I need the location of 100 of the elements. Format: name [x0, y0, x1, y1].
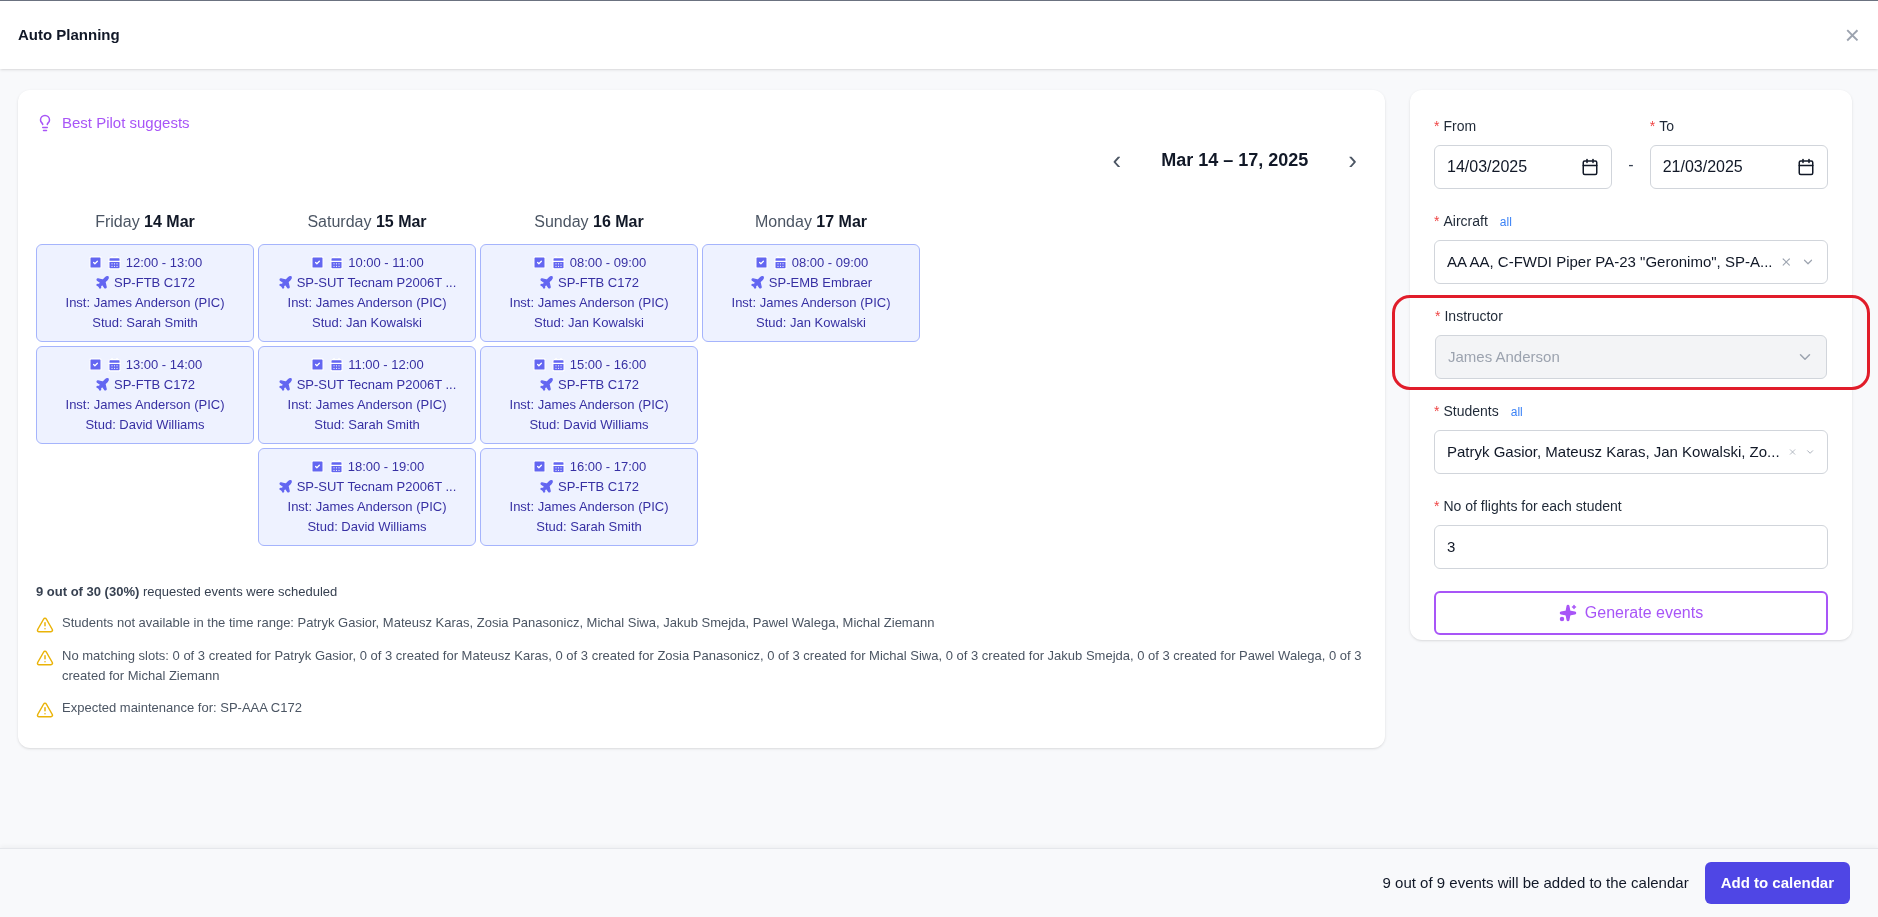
event-time: 16:00 - 17:00	[569, 457, 647, 476]
date-value: 21/03/2025	[1662, 157, 1743, 177]
checkbox-checked-icon[interactable]	[309, 459, 325, 474]
event-student: Stud: David Williams	[85, 415, 205, 434]
number-field[interactable]: 3	[1434, 525, 1828, 569]
event-card[interactable]: 10:00 - 11:00 SP-SUT Tecnam P2006T ... Inst: James Anderson (PIC) Stud: Jan Kowalski	[258, 243, 476, 342]
plane-icon	[277, 479, 293, 494]
event-time: 08:00 - 09:00	[569, 253, 647, 272]
calendar-icon	[550, 357, 566, 372]
event-time: 12:00 - 13:00	[125, 253, 203, 272]
field-label: To	[1659, 117, 1674, 136]
event-time: 13:00 - 14:00	[125, 355, 203, 374]
calendar-icon	[329, 357, 345, 372]
event-instructor: Inst: James Anderson (PIC)	[509, 497, 669, 516]
event-aircraft: SP-FTB C172	[558, 375, 639, 394]
calendar-icon	[550, 459, 566, 474]
event-time: 18:00 - 19:00	[347, 457, 425, 476]
suggest-title: Best Pilot suggests	[62, 113, 190, 133]
add-to-calendar-button[interactable]: Add to calendar	[1704, 862, 1850, 904]
checkbox-checked-icon[interactable]	[753, 255, 769, 270]
event-card[interactable]: 16:00 - 17:00 SP-FTB C172 Inst: James Anderson (PIC) Stud: Sarah Smith	[480, 447, 698, 546]
event-aircraft: SP-FTB C172	[558, 273, 639, 292]
event-aircraft: SP-SUT Tecnam P2006T ...	[296, 273, 457, 292]
select-value: Patryk Gasior, Mateusz Karas, Jan Kowalski, Zo...	[1447, 441, 1780, 462]
event-student: Stud: Sarah Smith	[536, 517, 642, 536]
field-label: Aircraft	[1443, 212, 1488, 231]
warning-icon	[36, 649, 54, 667]
summary-text: 9 out of 30 (30%) requested events were scheduled	[36, 582, 339, 601]
plane-icon	[539, 275, 555, 290]
event-student: Stud: Jan Kowalski	[312, 313, 422, 332]
required-mark: *	[1435, 307, 1441, 326]
event-card[interactable]: 12:00 - 13:00 SP-FTB C172 Inst: James Anderson (PIC) Stud: Sarah Smith	[36, 243, 254, 342]
plane-icon	[95, 275, 111, 290]
event-card[interactable]: 08:00 - 09:00 SP-FTB C172 Inst: James Anderson (PIC) Stud: Jan Kowalski	[480, 243, 698, 342]
plane-icon	[95, 377, 111, 392]
select-value: AA AA, C-FWDI Piper PA-23 "Geronimo", SP-A...	[1447, 251, 1773, 272]
event-card[interactable]: 08:00 - 09:00 SP-EMB Embraer Inst: James Anderson (PIC) Stud: Jan Kowalski	[702, 243, 920, 342]
date-field[interactable]: 14/03/2025	[1434, 145, 1613, 189]
event-card[interactable]: 15:00 - 16:00 SP-FTB C172 Inst: James Anderson (PIC) Stud: David Williams	[480, 345, 698, 444]
field-label: No of flights for each student	[1443, 497, 1622, 516]
checkbox-checked-icon[interactable]	[310, 255, 326, 270]
checkbox-checked-icon[interactable]	[87, 255, 103, 270]
event-time: 10:00 - 11:00	[348, 253, 424, 272]
event-instructor: Inst: James Anderson (PIC)	[65, 293, 225, 312]
required-mark: *	[1434, 117, 1440, 136]
event-aircraft: SP-FTB C172	[114, 273, 195, 292]
checkbox-checked-icon[interactable]	[531, 459, 547, 474]
date-field[interactable]: 21/03/2025	[1649, 145, 1828, 189]
next-button[interactable]: ›	[1348, 147, 1357, 173]
field-label: Students	[1443, 402, 1499, 421]
select-value: James Anderson	[1448, 346, 1561, 367]
plane-icon	[277, 275, 293, 290]
warning-text: No matching slots: 0 of 3 created for Patryk Gasior, 0 of 3 created for Mateusz Karas, 0 of 3 created for Zosia Panasonicz, 0 of 3 created for Michal Siwa, 0 of 3 created for Jakub Smejda, 0 of 3 created for Pawel Walega, 0 of 3 created for Michal Ziemann	[62, 647, 1363, 685]
event-instructor: Inst: James Anderson (PIC)	[731, 293, 891, 312]
event-card[interactable]: 18:00 - 19:00 SP-SUT Tecnam P2006T ... Inst: James Anderson (PIC) Stud: David Williams	[258, 447, 476, 546]
event-card[interactable]: 13:00 - 14:00 SP-FTB C172 Inst: James Anderson (PIC) Stud: David Williams	[36, 345, 254, 444]
event-instructor: Inst: James Anderson (PIC)	[287, 497, 447, 516]
plane-icon	[277, 377, 293, 392]
date-range: Mar 14 – 17, 2025	[1161, 148, 1309, 172]
sparkles-icon	[1558, 604, 1577, 622]
prev-button[interactable]: ‹	[1112, 147, 1122, 173]
all-link[interactable]: all	[1510, 402, 1523, 421]
warning-text: Students not available in the time range: Patryk Gasior, Mateusz Karas, Zosia Panasonicz, Michal Siwa, Jakub Smejda, Pawel Walega, Michal Ziemann	[62, 614, 935, 632]
select-field[interactable]: AA AA, C-FWDI Piper PA-23 "Geronimo", SP-A...	[1434, 240, 1828, 284]
day-header: Saturday 15 Mar	[307, 211, 427, 232]
warning-icon	[36, 701, 54, 719]
calendar-icon	[772, 255, 788, 270]
all-link[interactable]: all	[1499, 212, 1512, 231]
event-aircraft: SP-SUT Tecnam P2006T ...	[296, 375, 457, 394]
event-instructor: Inst: James Anderson (PIC)	[509, 293, 669, 312]
checkbox-checked-icon[interactable]	[531, 255, 547, 270]
day-header: Sunday 16 Mar	[534, 211, 644, 232]
event-time: 11:00 - 12:00	[348, 355, 424, 374]
event-instructor: Inst: James Anderson (PIC)	[287, 293, 447, 312]
event-aircraft: SP-SUT Tecnam P2006T ...	[296, 477, 457, 496]
event-aircraft: SP-FTB C172	[114, 375, 195, 394]
event-instructor: Inst: James Anderson (PIC)	[509, 395, 669, 414]
warning-text: Expected maintenance for: SP-AAA C172	[62, 699, 302, 717]
checkbox-checked-icon[interactable]	[310, 357, 326, 372]
event-instructor: Inst: James Anderson (PIC)	[65, 395, 225, 414]
number-value: 3	[1447, 536, 1456, 557]
checkbox-checked-icon[interactable]	[87, 357, 103, 372]
calendar-icon[interactable]	[1581, 158, 1600, 176]
checkbox-checked-icon[interactable]	[531, 357, 547, 372]
field-label: Instructor	[1444, 307, 1503, 326]
warning-icon	[36, 616, 54, 634]
day-header: Monday 17 Mar	[754, 211, 868, 232]
calendar-icon	[550, 255, 566, 270]
event-student: Stud: Sarah Smith	[92, 313, 198, 332]
required-mark: *	[1434, 402, 1440, 421]
calendar-icon	[328, 459, 344, 474]
footer-status: 9 out of 9 events will be added to the calendar	[1382, 872, 1689, 893]
day-header: Friday 14 Mar	[95, 211, 195, 232]
event-student: Stud: David Williams	[307, 517, 427, 536]
calendar-icon[interactable]	[1797, 158, 1815, 176]
required-mark: *	[1434, 497, 1440, 516]
generate-button[interactable]: Generate events	[1434, 591, 1828, 635]
event-instructor: Inst: James Anderson (PIC)	[287, 395, 447, 414]
event-card[interactable]: 11:00 - 12:00 SP-SUT Tecnam P2006T ... Inst: James Anderson (PIC) Stud: Sarah Smith	[258, 345, 476, 444]
calendar-icon	[106, 255, 122, 270]
